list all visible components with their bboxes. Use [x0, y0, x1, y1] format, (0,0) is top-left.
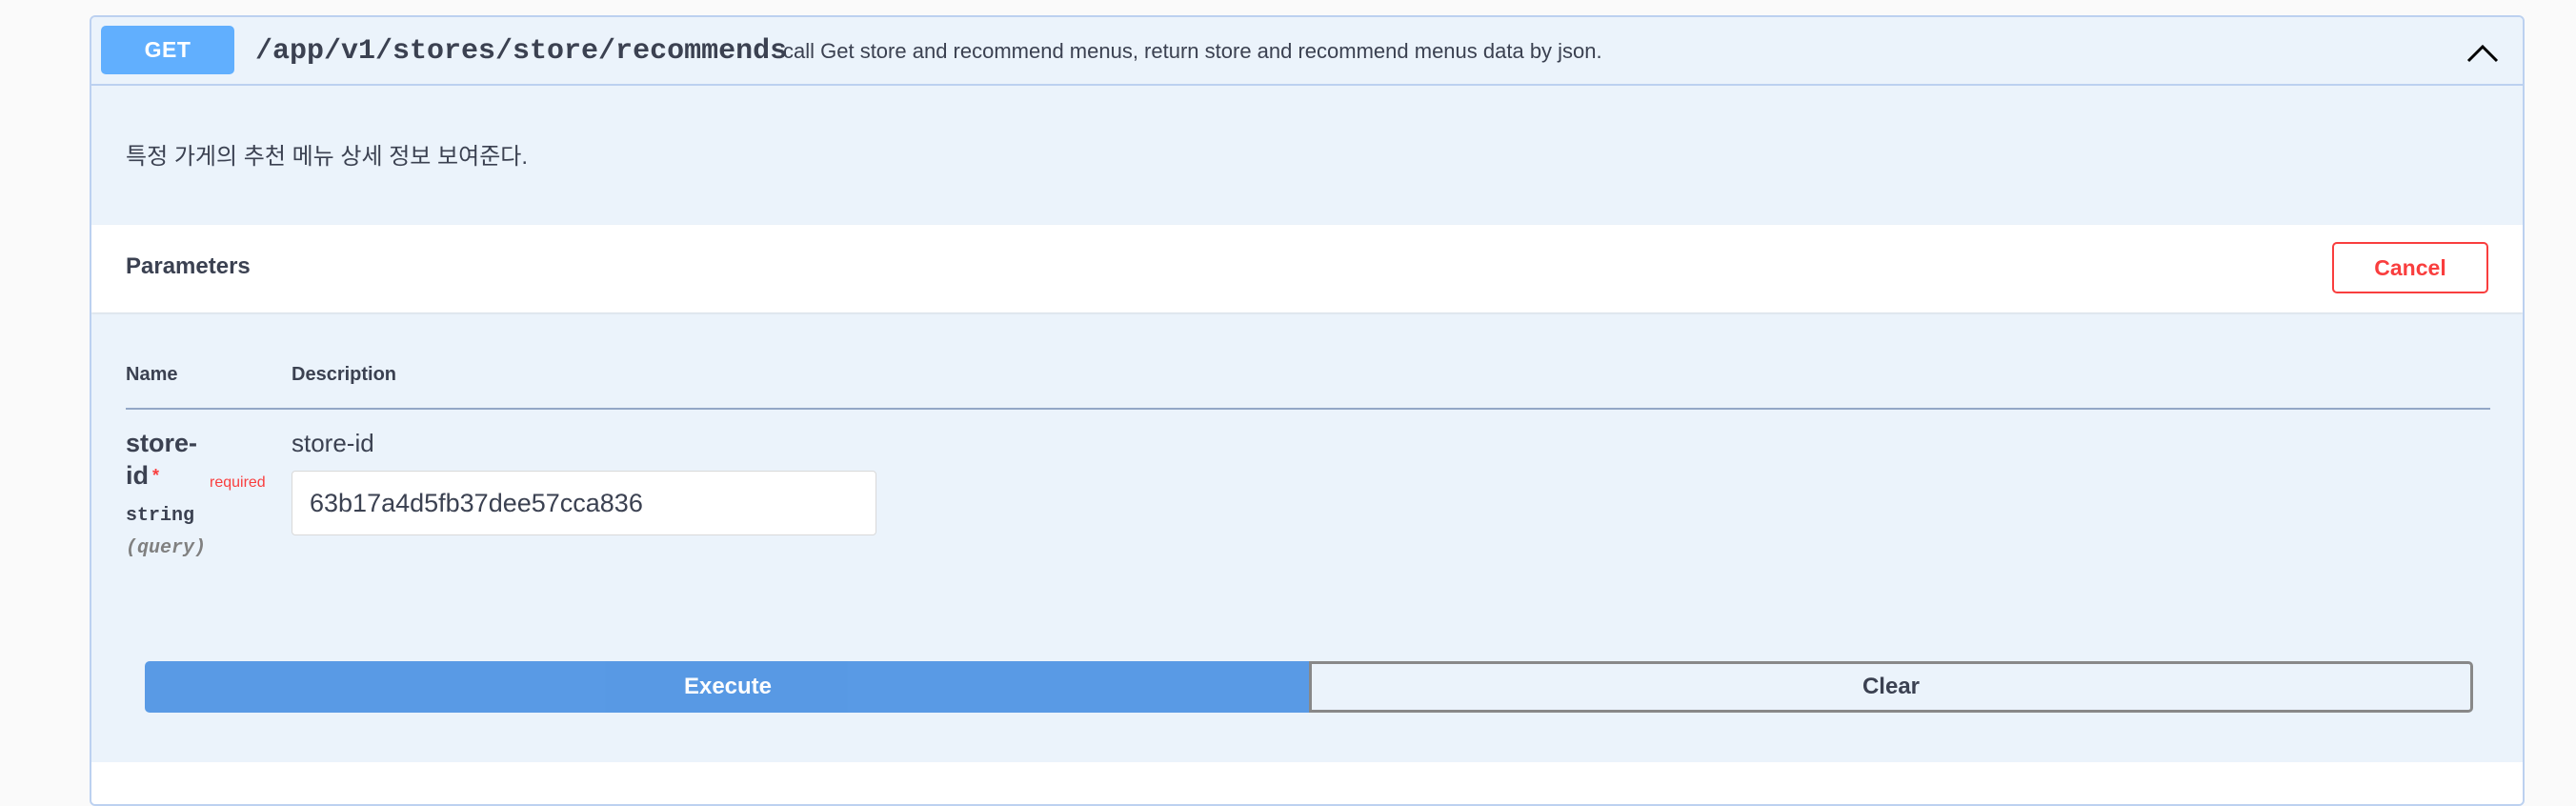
- parameter-description: store-id: [292, 429, 374, 457]
- column-header-description: Description: [292, 364, 397, 385]
- store-id-input[interactable]: 63b17a4d5fb37dee57cca836: [292, 471, 876, 535]
- execute-button[interactable]: Execute: [145, 661, 1311, 713]
- header-divider: [126, 408, 2490, 410]
- clear-button[interactable]: Clear: [1309, 661, 2473, 713]
- column-header-name: Name: [126, 364, 178, 385]
- operation-summary-text: call Get store and recommend menus, retu…: [783, 39, 1602, 63]
- chevron-up-icon[interactable]: [2465, 38, 2500, 67]
- parameter-location: (query): [126, 537, 207, 559]
- endpoint-path: /app/v1/stores/store/recommends: [255, 35, 788, 68]
- parameter-name: store-id * required: [126, 427, 266, 492]
- required-star: *: [152, 466, 160, 485]
- parameter-name-text: store-id: [126, 429, 198, 490]
- cancel-button[interactable]: Cancel: [2332, 242, 2488, 293]
- parameter-type: string: [126, 505, 195, 527]
- required-label: required: [210, 474, 266, 491]
- operation-block: GET /app/v1/stores/store/recommends call…: [90, 15, 2525, 806]
- operation-summary[interactable]: GET /app/v1/stores/store/recommends call…: [91, 17, 2523, 86]
- responses-section: [91, 762, 2523, 804]
- operation-description: 특정 가게의 추천 메뉴 상세 정보 보여준다.: [126, 144, 529, 170]
- execute-wrapper: Execute Clear: [145, 661, 2473, 713]
- http-method-badge: GET: [101, 26, 234, 74]
- parameters-header: Parameters Cancel: [91, 225, 2523, 312]
- parameters-title: Parameters: [126, 253, 251, 279]
